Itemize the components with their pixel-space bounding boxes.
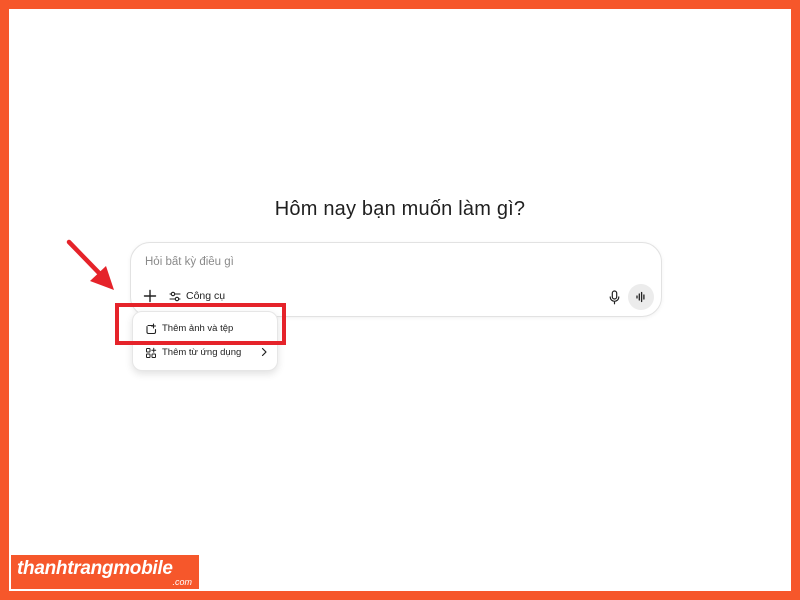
chevron-right-icon bbox=[261, 347, 267, 357]
voice-mode-button[interactable] bbox=[628, 284, 654, 310]
prompt-input[interactable] bbox=[145, 256, 565, 268]
watermark-logo: thanhtrangmobile .com bbox=[11, 555, 199, 589]
plus-icon bbox=[143, 289, 157, 303]
page-title: Hôm nay bạn muốn làm gì? bbox=[274, 198, 526, 220]
watermark-sub-text: .com bbox=[172, 577, 192, 587]
watermark-main-text: thanhtrangmobile bbox=[17, 558, 173, 579]
sliders-icon bbox=[169, 291, 181, 301]
tools-label: Công cụ bbox=[186, 290, 226, 302]
arrow-annotation-icon bbox=[66, 239, 114, 290]
apps-icon bbox=[146, 347, 157, 358]
menu-item-label: Thêm từ ứng dụng bbox=[162, 347, 242, 358]
voice-waveform-icon bbox=[636, 291, 645, 303]
highlight-annotation-box bbox=[115, 303, 286, 345]
microphone-button[interactable] bbox=[606, 288, 622, 306]
microphone-icon bbox=[609, 289, 619, 304]
